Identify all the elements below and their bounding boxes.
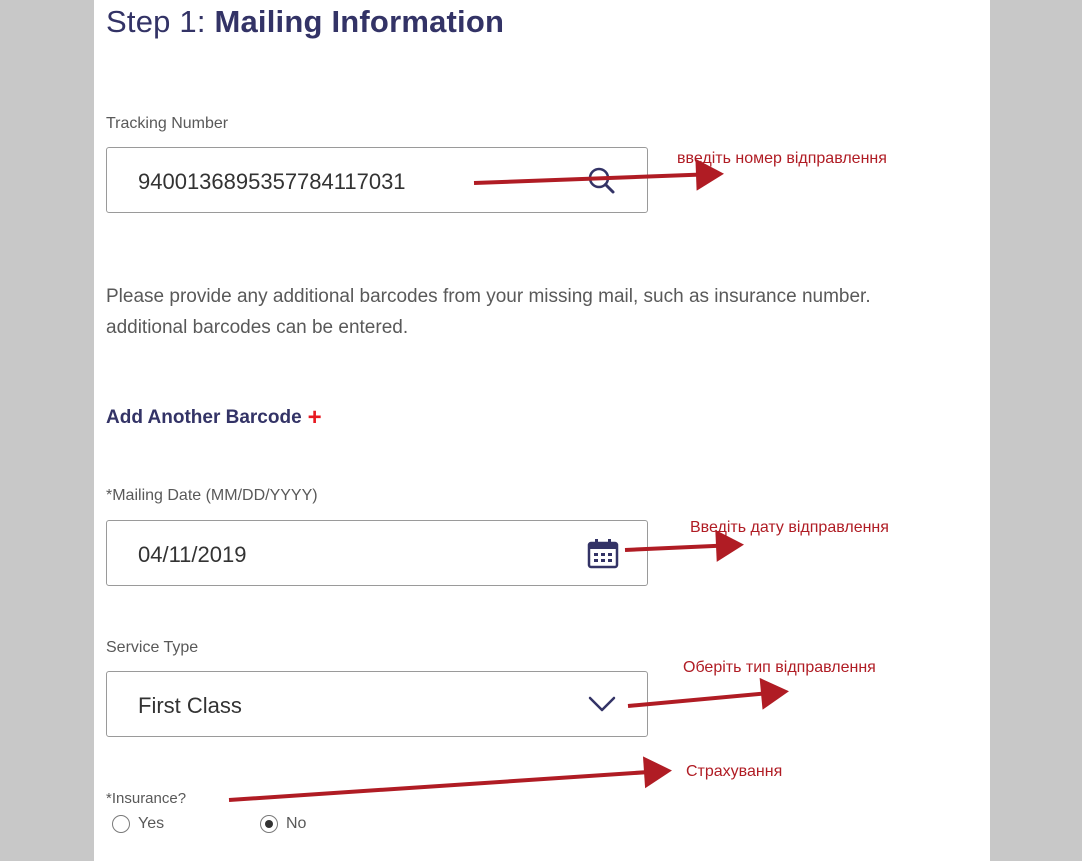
insurance-no-option[interactable]: No — [260, 815, 306, 833]
annotation-tracking: введіть номер відправлення — [677, 150, 887, 167]
tracking-number-input[interactable]: 9400136895357784117031 — [106, 147, 648, 213]
step-title-text: Mailing Information — [214, 4, 505, 39]
insurance-no-label: No — [286, 815, 307, 832]
tracking-number-label: Tracking Number — [106, 115, 229, 132]
calendar-icon[interactable] — [587, 537, 619, 569]
tracking-number-value: 9400136895357784117031 — [138, 169, 406, 194]
mailing-date-input[interactable]: 04/11/2019 — [106, 520, 648, 586]
help-text-line-1: Please provide any additional barcodes f… — [106, 286, 871, 307]
help-text: Please provide any additional barcodes f… — [106, 281, 990, 343]
help-text-line-2: additional barcodes can be entered. — [106, 317, 409, 338]
annotation-date: Введіть дату відправлення — [690, 519, 889, 536]
add-barcode-label: Add Another Barcode — [106, 407, 302, 428]
add-another-barcode-link[interactable]: Add Another Barcode + — [106, 404, 322, 432]
plus-icon: + — [307, 404, 322, 431]
insurance-yes-option[interactable]: Yes — [112, 815, 164, 833]
step-prefix: Step 1: — [106, 4, 206, 39]
mailing-date-value: 04/11/2019 — [138, 542, 247, 567]
page-title: Step 1: Mailing Information — [106, 4, 504, 40]
service-type-label: Service Type — [106, 639, 199, 656]
insurance-no-radio[interactable] — [260, 815, 278, 833]
insurance-yes-radio[interactable] — [112, 815, 130, 833]
search-icon[interactable] — [587, 166, 617, 196]
chevron-down-icon[interactable] — [587, 692, 617, 722]
annotation-insurance: Страхування — [686, 763, 783, 780]
service-type-value: First Class — [138, 693, 242, 718]
form-page: Step 1: Mailing Information Tracking Num… — [94, 0, 990, 861]
mailing-date-label: *Mailing Date (MM/DD/YYYY) — [106, 487, 318, 504]
insurance-label: *Insurance? — [106, 790, 187, 807]
insurance-yes-label: Yes — [138, 815, 165, 832]
service-type-select[interactable]: First Class — [106, 671, 648, 737]
annotation-service: Оберіть тип відправлення — [683, 659, 876, 676]
